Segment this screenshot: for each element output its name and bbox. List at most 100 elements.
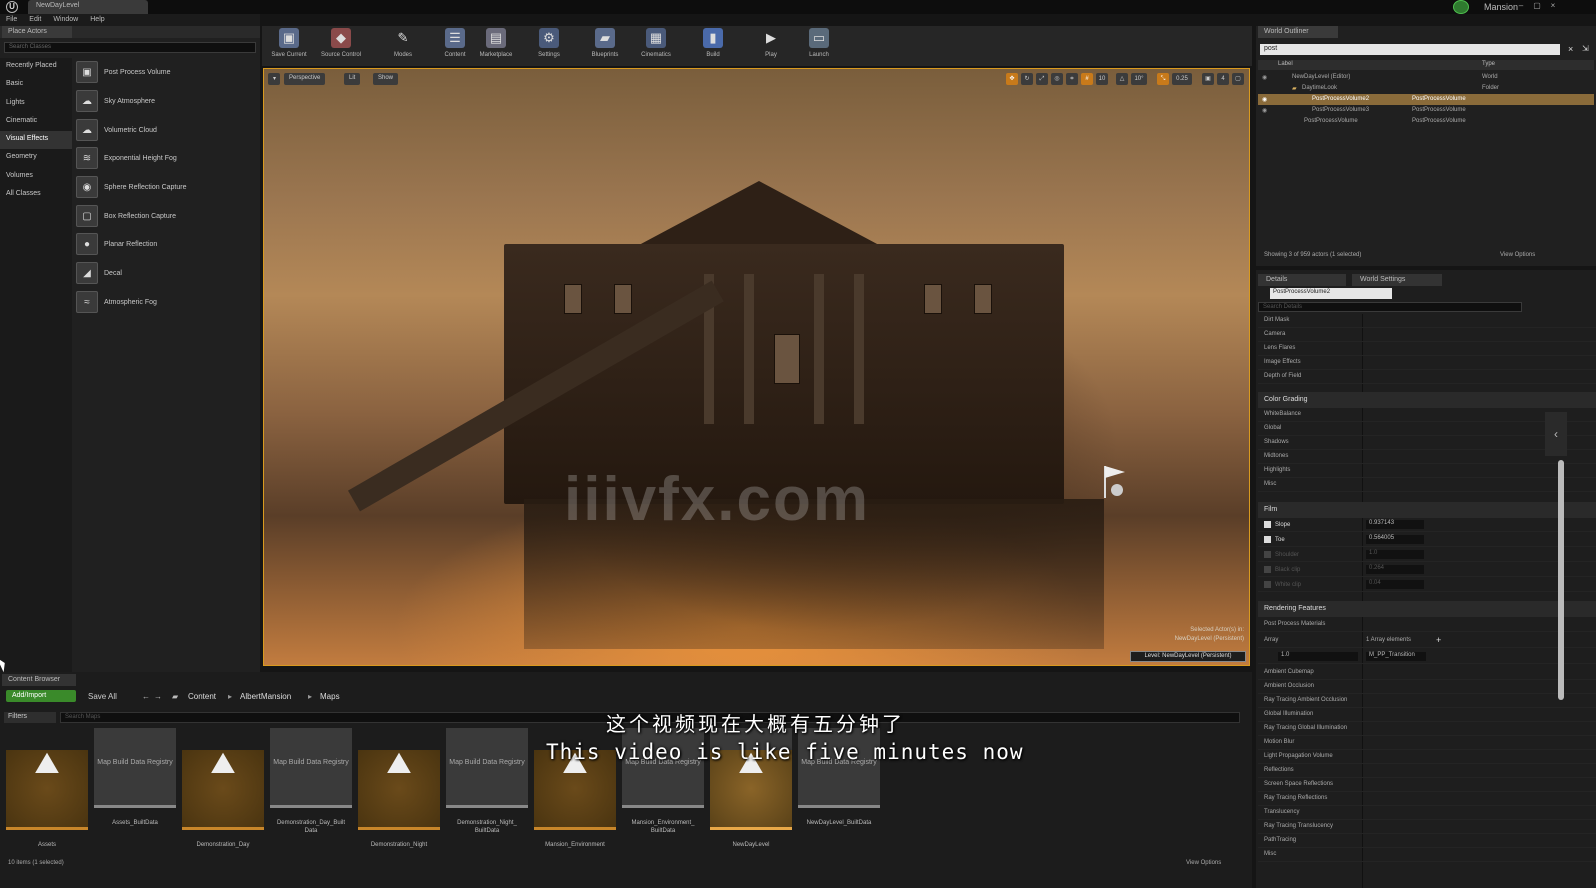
film-category[interactable]: Film — [1258, 502, 1596, 518]
scale-snap-value[interactable]: 0.25 — [1172, 73, 1192, 85]
details-row[interactable]: Reflections — [1258, 764, 1596, 778]
white-clip-value[interactable]: 0.04 — [1366, 580, 1424, 589]
menu-edit[interactable]: Edit — [29, 14, 41, 26]
rotation-snap-icon[interactable]: △ — [1116, 73, 1128, 85]
asset-tile[interactable]: Map Build Data Registry Assets_BuiltData — [94, 728, 176, 830]
eye-icon[interactable]: ◉ — [1262, 74, 1267, 81]
checkbox[interactable] — [1264, 536, 1271, 543]
outliner-row[interactable]: PostProcessVolume PostProcessVolume — [1258, 116, 1594, 127]
actor-sphere-reflection-capture[interactable]: ◉ Sphere Reflection Capture — [76, 173, 256, 202]
film-black-clip-row[interactable]: Black clip 0.264 — [1258, 563, 1596, 577]
black-clip-value[interactable]: 0.264 — [1366, 565, 1424, 574]
viewport-menu-button[interactable]: ▾ — [268, 73, 280, 85]
outliner-row-selected[interactable]: ◉ PostProcessVolume2 PostProcessVolume — [1258, 94, 1594, 105]
toe-value[interactable]: 0.564005 — [1366, 535, 1424, 544]
menu-file[interactable]: File — [6, 14, 17, 26]
show-button[interactable]: Show — [373, 73, 399, 85]
slope-value[interactable]: 0.937143 — [1366, 520, 1424, 529]
details-row[interactable]: Camera — [1258, 328, 1596, 342]
source-control-button[interactable]: ◆ Source Control — [314, 28, 368, 64]
minimize-button[interactable]: – — [1516, 1, 1526, 11]
content-browser-tab[interactable]: Content Browser — [2, 674, 76, 686]
category-geometry[interactable]: Geometry — [0, 149, 72, 167]
marketplace-button[interactable]: ▤ Marketplace — [469, 28, 523, 64]
build-button[interactable]: ▮ Build — [686, 28, 740, 64]
save-current-button[interactable]: ▣ Save Current — [262, 28, 316, 64]
asset-tile[interactable]: ⛰ Assets — [6, 728, 88, 848]
rotation-snap-value[interactable]: 10° — [1131, 73, 1147, 85]
post-process-materials-row[interactable]: Post Process Materials — [1258, 618, 1596, 632]
breadcrumb-maps[interactable]: Maps — [320, 690, 340, 702]
scale-snap-icon[interactable]: ⤡ — [1157, 73, 1169, 85]
actor-sky-atmosphere[interactable]: ☁ Sky Atmosphere — [76, 87, 256, 116]
category-recently-placed[interactable]: Recently Placed — [0, 58, 72, 76]
grid-snap-value[interactable]: 10 — [1096, 73, 1108, 85]
add-element-icon[interactable]: + — [1436, 635, 1441, 645]
world-outliner-tab[interactable]: World Outliner — [1258, 26, 1338, 38]
world-icon[interactable]: ◎ — [1051, 73, 1063, 85]
surface-snap-icon[interactable]: ⌗ — [1066, 73, 1078, 85]
details-row[interactable]: Dirt Mask — [1258, 314, 1596, 328]
actor-decal[interactable]: ◢ Decal — [76, 259, 256, 288]
asset-tile[interactable]: Map Build Data Registry Demonstration_Day… — [270, 728, 352, 834]
type-column[interactable]: Type — [1482, 61, 1495, 67]
clear-search-icon[interactable]: × — [1568, 44, 1578, 54]
actor-name-field[interactable]: PostProcessVolume2 — [1270, 288, 1392, 299]
details-row[interactable]: Lens Flares — [1258, 342, 1596, 356]
checkbox[interactable] — [1264, 551, 1271, 558]
world-settings-tab[interactable]: World Settings — [1352, 274, 1442, 286]
blueprints-button[interactable]: ▰ Blueprints — [578, 28, 632, 64]
actor-volumetric-cloud[interactable]: ☁ Volumetric Cloud — [76, 116, 256, 145]
details-row[interactable]: Motion Blur — [1258, 736, 1596, 750]
category-cinematic[interactable]: Cinematic — [0, 113, 72, 131]
details-row[interactable]: Ray Tracing Ambient Occlusion — [1258, 694, 1596, 708]
launch-button[interactable]: ▭ Launch — [792, 28, 846, 64]
outliner-row[interactable]: ▰ DaytimeLook Folder — [1258, 83, 1594, 94]
lit-button[interactable]: Lit — [344, 73, 361, 85]
asset-tile[interactable]: Map Build Data Registry Demonstration_Nig… — [446, 728, 528, 834]
camera-speed-icon[interactable]: ▣ — [1202, 73, 1214, 85]
array-element-row[interactable]: 1.0 M_PP_Transition — [1258, 650, 1596, 664]
details-row[interactable]: Misc — [1258, 478, 1596, 492]
collapse-panel-icon[interactable]: ‹ — [1545, 412, 1567, 456]
category-lights[interactable]: Lights — [0, 95, 72, 113]
category-all-classes[interactable]: All Classes — [0, 186, 72, 204]
breadcrumb-content[interactable]: Content — [188, 690, 216, 702]
details-row[interactable]: PathTracing — [1258, 834, 1596, 848]
asset-tile[interactable]: ⛰ Demonstration_Day — [182, 728, 264, 848]
scale-icon[interactable]: ⤢ — [1036, 73, 1048, 85]
grid-snap-icon[interactable]: # — [1081, 73, 1093, 85]
add-import-button[interactable]: Add/Import — [6, 690, 76, 702]
close-button[interactable]: × — [1548, 1, 1558, 11]
perspective-button[interactable]: Perspective — [284, 73, 326, 85]
breadcrumb-albertmansion[interactable]: AlbertMansion — [240, 690, 291, 702]
eye-icon[interactable]: ◉ — [1262, 96, 1267, 103]
film-white-clip-row[interactable]: White clip 0.04 — [1258, 578, 1596, 592]
details-row[interactable]: Screen Space Reflections — [1258, 778, 1596, 792]
asset-tile[interactable]: ⛰ Demonstration_Night — [358, 728, 440, 848]
details-row[interactable]: Highlights — [1258, 464, 1596, 478]
details-row[interactable]: Depth of Field — [1258, 370, 1596, 384]
outliner-view-options[interactable]: View Options — [1500, 252, 1535, 258]
actor-atmospheric-fog[interactable]: ≈ Atmospheric Fog — [76, 288, 256, 317]
film-shoulder-row[interactable]: Shoulder 1.0 — [1258, 548, 1596, 562]
settings-button[interactable]: ⚙ Settings — [522, 28, 576, 64]
back-icon[interactable]: ← — [142, 690, 150, 702]
checkbox[interactable] — [1264, 566, 1271, 573]
outliner-row[interactable]: ◉ NewDayLevel (Editor) World — [1258, 72, 1594, 83]
details-row[interactable]: Misc — [1258, 848, 1596, 862]
play-button[interactable]: ▶ Play — [744, 28, 798, 64]
shoulder-value[interactable]: 1.0 — [1366, 550, 1424, 559]
category-volumes[interactable]: Volumes — [0, 168, 72, 186]
details-tab[interactable]: Details — [1258, 274, 1346, 286]
details-row[interactable]: Ray Tracing Reflections — [1258, 792, 1596, 806]
details-row[interactable]: Ambient Occlusion — [1258, 680, 1596, 694]
maximize-viewport-icon[interactable]: ▢ — [1232, 73, 1244, 85]
document-tab[interactable]: NewDayLevel — [28, 0, 148, 14]
array-row[interactable]: Array 1 Array elements + — [1258, 634, 1596, 648]
details-row[interactable]: Ray Tracing Translucency — [1258, 820, 1596, 834]
rotate-icon[interactable]: ↻ — [1021, 73, 1033, 85]
details-row[interactable]: Ambient Cubemap — [1258, 666, 1596, 680]
add-actor-icon[interactable]: ⇲ — [1582, 44, 1592, 54]
search-classes-input[interactable]: Search Classes — [4, 42, 256, 53]
